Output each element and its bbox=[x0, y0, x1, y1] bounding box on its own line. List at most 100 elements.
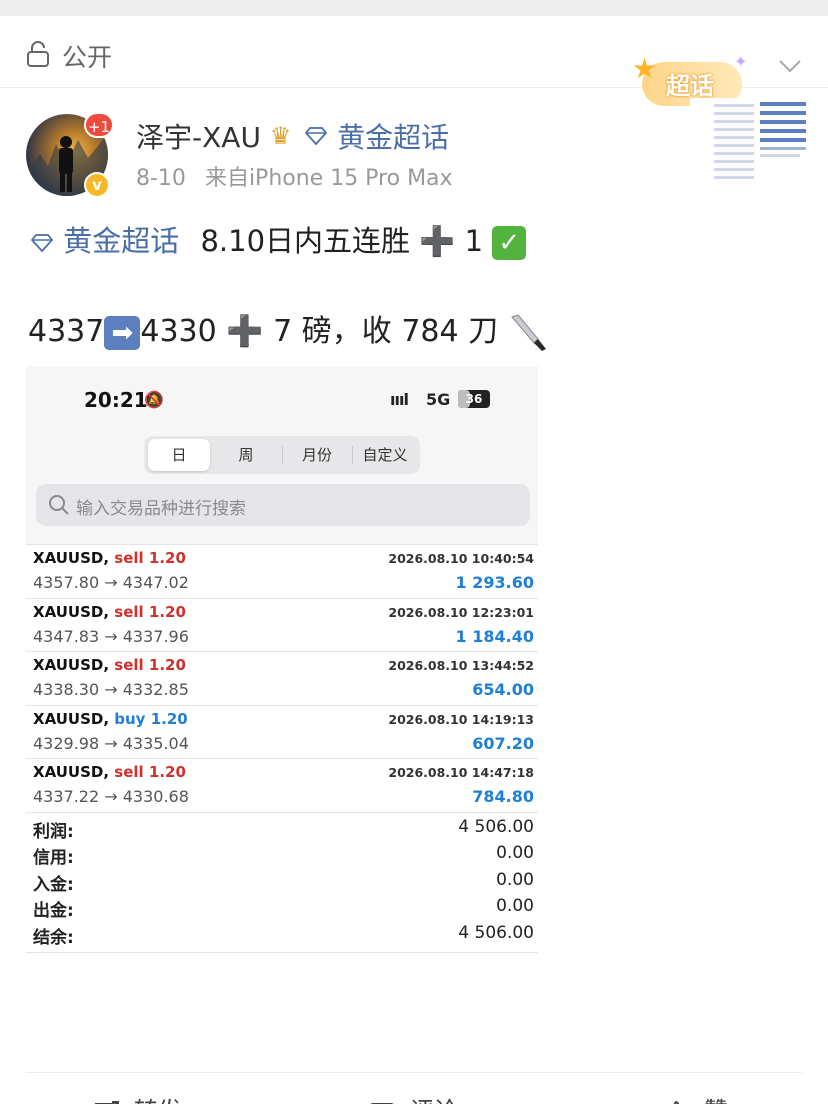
tab-day[interactable]: 日 bbox=[148, 439, 210, 471]
author-row: 泽宇-XAU ♛ 黄金超话 bbox=[136, 116, 449, 156]
status-time: 20:21 bbox=[84, 388, 148, 412]
summary-value: 0.00 bbox=[496, 843, 534, 864]
trade-symbol: XAUUSD, sell 1.20 bbox=[33, 603, 186, 621]
notification-badge: +1 bbox=[84, 112, 114, 138]
trade-row[interactable]: XAUUSD, sell 1.20 2026.08.10 12:23:01 4347… bbox=[26, 597, 538, 651]
trade-symbol: XAUUSD, sell 1.20 bbox=[33, 656, 186, 674]
like-icon bbox=[673, 1100, 680, 1104]
like-label: 赞 bbox=[704, 1097, 728, 1104]
post-meta: 8-10 来自iPhone 15 Pro Max bbox=[136, 160, 465, 192]
segment-divider bbox=[352, 446, 353, 464]
trade-prices: 4347.83 → 4337.96 bbox=[33, 626, 189, 646]
post-win-count: 1 bbox=[464, 224, 484, 258]
summary-label: 信用: bbox=[33, 848, 74, 869]
verified-badge: v bbox=[84, 172, 110, 198]
trade-date: 2026.08.10 12:23:01 bbox=[388, 604, 534, 620]
trade-profit: 784.80 bbox=[472, 787, 534, 807]
summary-label: 利润: bbox=[33, 822, 74, 842]
comment-label: 评论 bbox=[410, 1097, 458, 1104]
badge-label: 超话 bbox=[666, 72, 714, 100]
trade-symbol: XAUUSD, sell 1.20 bbox=[33, 549, 186, 567]
tab-week[interactable]: 周 bbox=[214, 439, 278, 471]
diamond-icon bbox=[305, 127, 328, 146]
summary-label: 入金: bbox=[33, 874, 74, 895]
summary-value: 4 506.00 bbox=[458, 922, 534, 943]
trade-side: buy bbox=[114, 709, 146, 728]
trade-prices: 4329.98 → 4335.04 bbox=[33, 733, 189, 753]
post-price-from: 4337 bbox=[28, 314, 105, 349]
trade-screenshot[interactable]: 20:21 🔕 ıııl 5G 36 日 周 月份 自定义 输入交易品种进行搜索… bbox=[26, 366, 538, 956]
trade-volume: 1.20 bbox=[148, 549, 186, 567]
trade-date: 2026.08.10 14:19:13 bbox=[388, 711, 534, 727]
network-type: 5G bbox=[426, 390, 451, 409]
signal-icon: ıııl bbox=[390, 390, 409, 409]
like-button[interactable]: 赞 bbox=[662, 1091, 728, 1104]
chevron-down-icon[interactable] bbox=[778, 54, 802, 78]
battery-icon: 36 bbox=[458, 390, 490, 408]
summary-label: 结余: bbox=[33, 927, 74, 948]
trade-volume: 1.20 bbox=[148, 763, 186, 782]
trade-symbol: XAUUSD, buy 1.20 bbox=[33, 710, 188, 728]
right-arrow-icon: ➡ bbox=[104, 315, 141, 350]
trade-row[interactable]: XAUUSD, buy 1.20 2026.08.10 14:19:13 4329.… bbox=[26, 704, 538, 758]
trade-volume: 1.20 bbox=[148, 602, 186, 621]
trade-profit: 607.20 bbox=[472, 733, 534, 753]
knife-icon bbox=[510, 313, 546, 351]
trade-prices: 4357.80 → 4347.02 bbox=[33, 573, 189, 592]
star-icon: ★ bbox=[632, 52, 658, 85]
trade-side: sell bbox=[114, 763, 144, 782]
search-placeholder: 输入交易品种进行搜索 bbox=[76, 499, 246, 519]
summary-row: 结余: 4 506.00 bbox=[26, 919, 538, 948]
plus-icon: ➕ bbox=[419, 224, 456, 258]
post-line-2: 4337 ➡ 4330 ➕ 7 磅，收 784 刀 bbox=[28, 306, 548, 353]
comment-icon bbox=[370, 1103, 394, 1104]
action-bar: 转发 评论 赞 bbox=[26, 1072, 802, 1104]
post-topic-link[interactable]: 黄金超话 bbox=[63, 224, 179, 258]
trade-row[interactable]: XAUUSD, sell 1.20 2026.08.10 13:44:52 4338… bbox=[26, 651, 538, 704]
symbol-search[interactable]: 输入交易品种进行搜索 bbox=[36, 484, 530, 526]
thumbnail-image[interactable] bbox=[690, 98, 810, 188]
tab-month[interactable]: 月份 bbox=[284, 439, 350, 471]
diamond-icon bbox=[30, 234, 54, 253]
trade-side: sell bbox=[114, 656, 144, 675]
trade-symbol-text: XAUUSD, bbox=[33, 763, 110, 782]
summary-row: 利润: 4 506.00 bbox=[26, 813, 538, 842]
trade-date: 2026.08.10 14:47:18 bbox=[388, 765, 534, 781]
repost-button[interactable]: 转发 bbox=[92, 1091, 182, 1104]
trade-date: 2026.08.10 13:44:52 bbox=[388, 658, 534, 674]
supertopic-link[interactable]: 黄金超话 bbox=[337, 121, 449, 154]
trade-symbol-text: XAUUSD, bbox=[33, 602, 110, 621]
summary-row: 信用: 0.00 bbox=[26, 839, 538, 869]
unlock-icon bbox=[27, 41, 49, 67]
top-gap bbox=[0, 0, 828, 16]
trade-symbol-text: XAUUSD, bbox=[33, 656, 110, 675]
check-icon: ✓ bbox=[492, 226, 527, 260]
tab-custom[interactable]: 自定义 bbox=[354, 439, 416, 471]
post-headline: 8.10日内五连胜 bbox=[200, 224, 411, 258]
bell-muted-icon: 🔕 bbox=[144, 390, 164, 409]
trade-prices: 4337.22 → 4330.68 bbox=[33, 787, 189, 807]
summary-divider bbox=[26, 952, 538, 953]
trade-prices: 4338.30 → 4332.85 bbox=[33, 680, 189, 700]
crown-icon: ♛ bbox=[269, 122, 292, 150]
trade-profit: 1 184.40 bbox=[455, 626, 534, 646]
trade-profit: 654.00 bbox=[472, 680, 534, 700]
post-line-1: 黄金超话 8.10日内五连胜 ➕ 1 ✓ bbox=[30, 218, 527, 260]
username[interactable]: 泽宇-XAU bbox=[136, 121, 261, 154]
plus-icon: ➕ bbox=[226, 314, 264, 349]
battery-percent: 36 bbox=[465, 392, 483, 406]
summary-row: 入金: 0.00 bbox=[26, 866, 538, 895]
trade-symbol-text: XAUUSD, bbox=[33, 709, 110, 728]
trade-side: sell bbox=[114, 602, 144, 621]
search-icon bbox=[49, 495, 69, 515]
summary-value: 0.00 bbox=[496, 869, 534, 890]
privacy-label[interactable]: 公开 bbox=[62, 38, 112, 74]
summary-value: 4 506.00 bbox=[458, 817, 534, 837]
trade-date: 2026.08.10 10:40:54 bbox=[388, 551, 534, 566]
trade-row[interactable]: XAUUSD, sell 1.20 2026.08.10 10:40:54 4357… bbox=[26, 544, 538, 597]
summary-value: 0.00 bbox=[496, 896, 534, 917]
trade-profit: 1 293.60 bbox=[455, 573, 534, 592]
trade-symbol-text: XAUUSD, bbox=[33, 549, 110, 567]
trade-row[interactable]: XAUUSD, sell 1.20 2026.08.10 14:47:18 4337… bbox=[26, 758, 538, 811]
comment-button[interactable]: 评论 bbox=[368, 1091, 458, 1104]
